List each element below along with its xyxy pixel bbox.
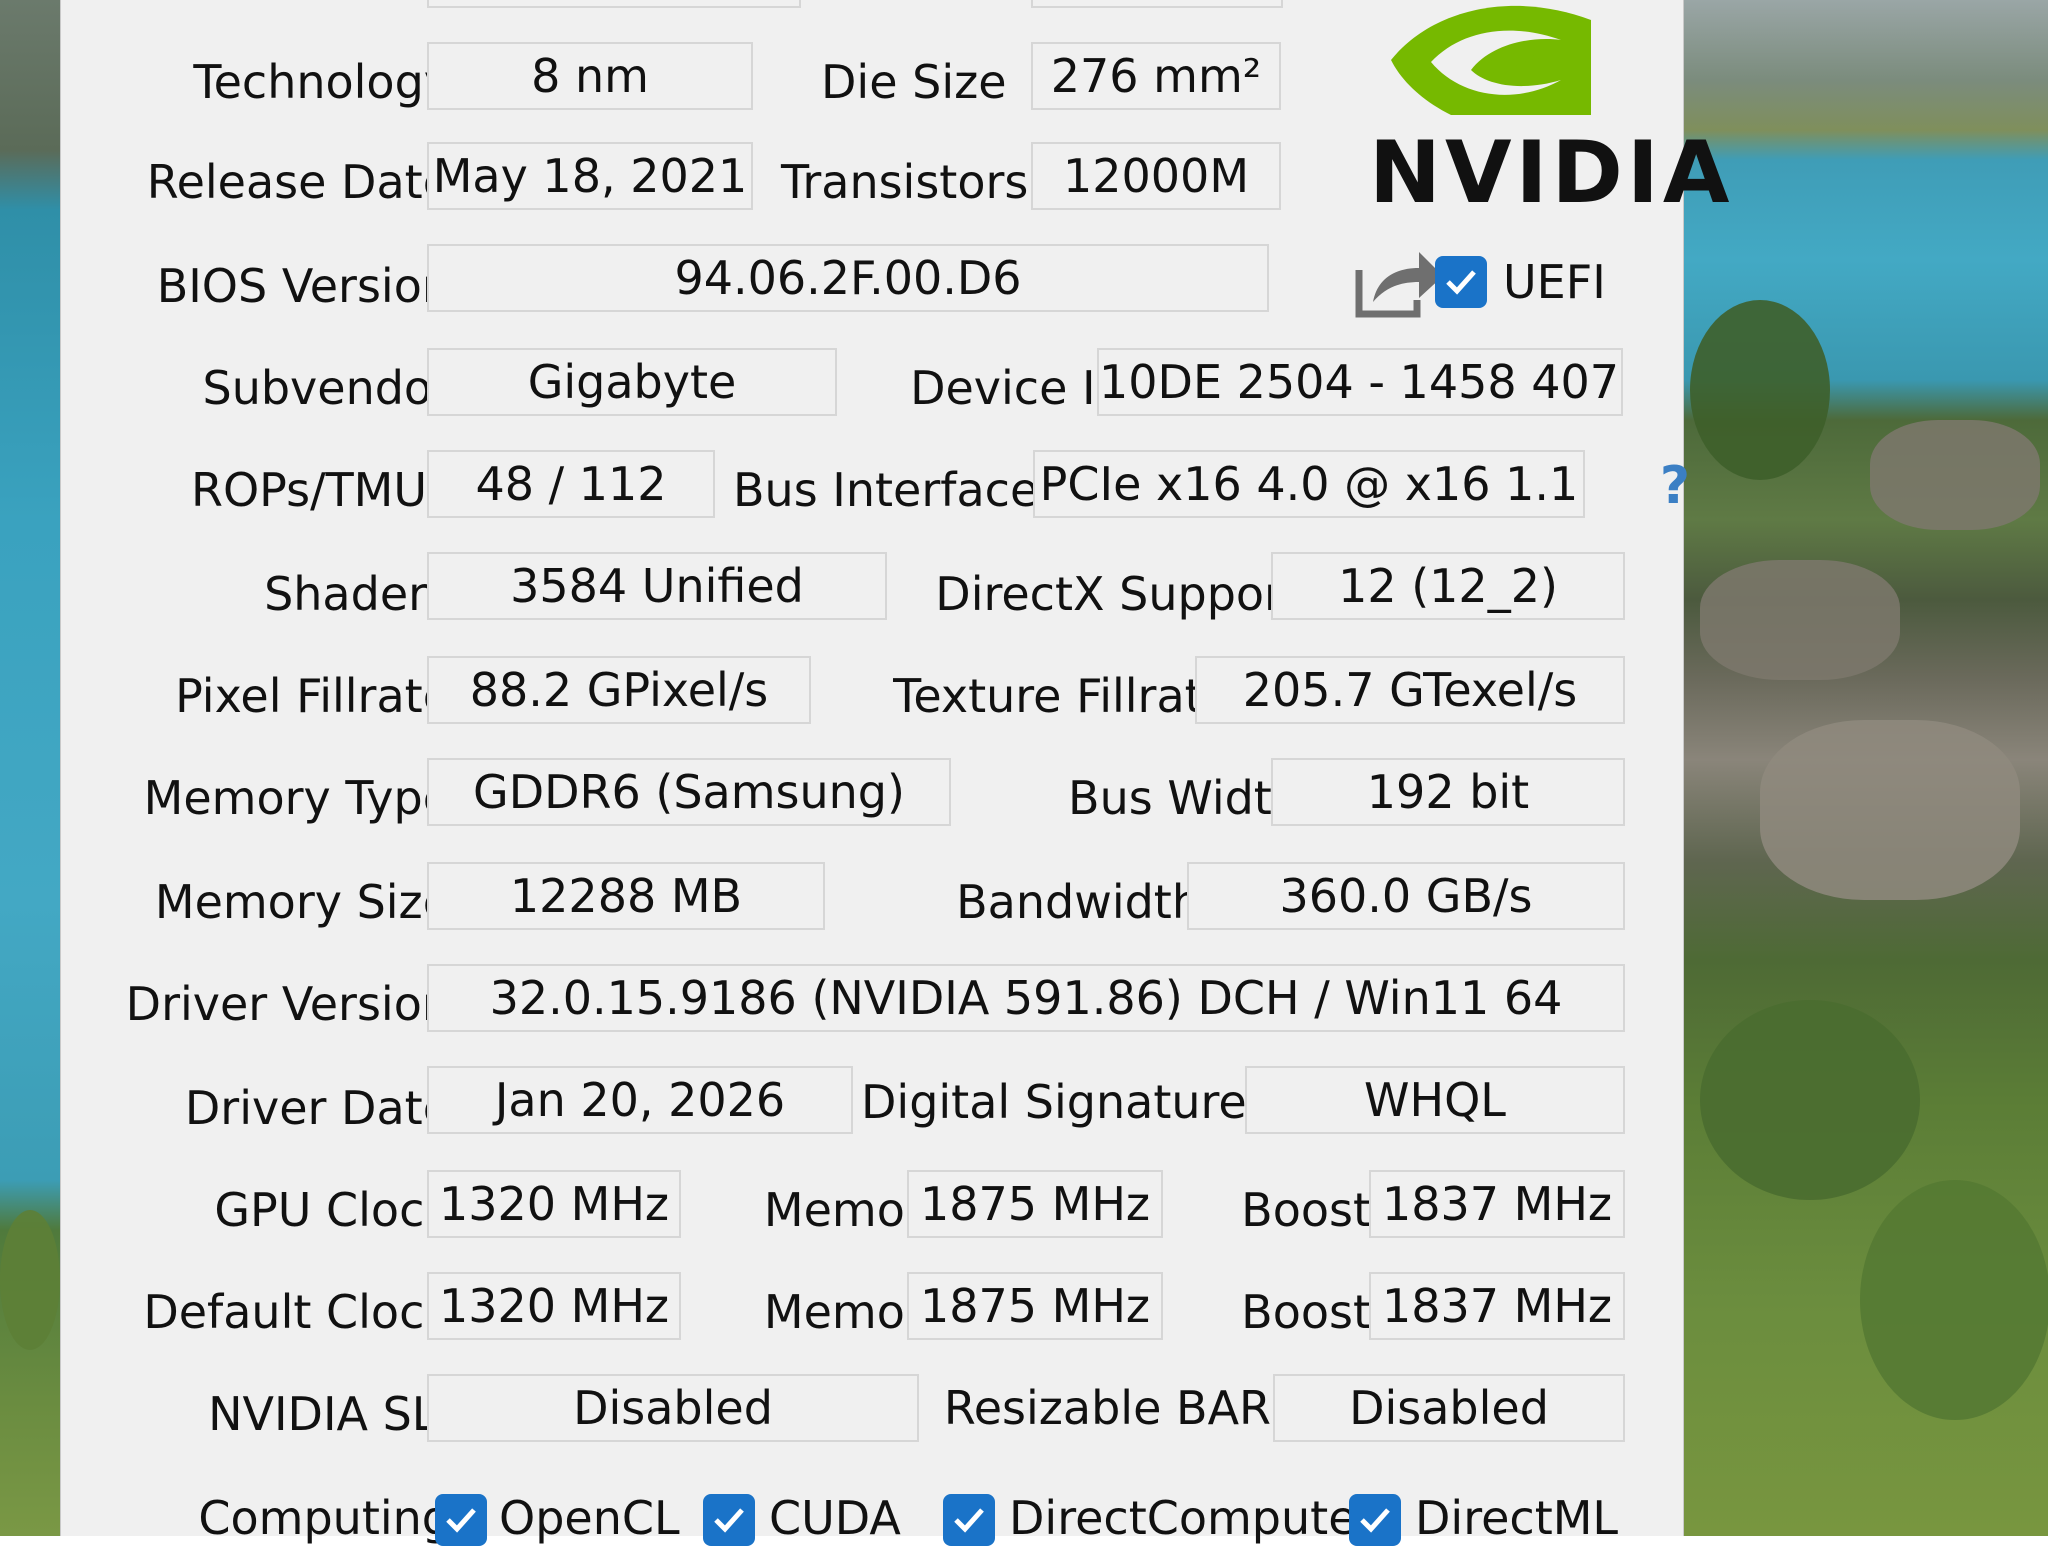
gpu-clock-value[interactable]: 1320 MHz <box>427 1170 681 1238</box>
shaders-label: Shaders <box>264 567 451 621</box>
directx-support-label: DirectX Support <box>935 567 1301 621</box>
wallpaper-tree <box>1690 300 1830 480</box>
default-clock-label: Default Clock <box>143 1285 451 1339</box>
checkmark-icon <box>1360 1508 1390 1533</box>
texture-fillrate-label: Texture Fillrate <box>893 669 1231 723</box>
default-clock-value[interactable]: 1320 MHz <box>427 1272 681 1340</box>
wallpaper-bush <box>0 1210 60 1350</box>
bios-version-value[interactable]: 94.06.2F.00.D6 <box>427 244 1269 312</box>
bus-width-label: Bus Width <box>1068 771 1301 825</box>
memory-type-label: Memory Type <box>143 771 451 825</box>
driver-version-value[interactable]: 32.0.15.9186 (NVIDIA 591.86) DCH / Win11… <box>427 964 1625 1032</box>
gpu-clock-boost-label: Boost <box>1241 1183 1371 1237</box>
bus-width-value[interactable]: 192 bit <box>1271 758 1625 826</box>
checkmark-icon <box>1446 270 1476 295</box>
technology-label: Technology <box>193 55 451 109</box>
resizable-bar-label: Resizable BAR <box>943 1381 1271 1435</box>
rops-tmus-value[interactable]: 48 / 112 <box>427 450 715 518</box>
nvidia-wordmark: NVIDIA <box>1369 123 1734 223</box>
gpu-clock-memory-value[interactable]: 1875 MHz <box>907 1170 1163 1238</box>
graphics-card-panel: NVIDIA Technology 8 nm Die Size 276 mm² … <box>60 0 1729 1546</box>
directml-checkbox[interactable] <box>1349 1494 1401 1546</box>
cuda-checkbox[interactable] <box>703 1494 755 1546</box>
wallpaper-rock <box>1760 720 2020 900</box>
directml-label: DirectML <box>1415 1491 1619 1545</box>
directcompute-label: DirectCompute <box>1009 1491 1357 1545</box>
default-clock-boost-value[interactable]: 1837 MHz <box>1369 1272 1625 1340</box>
wallpaper-bush <box>1700 1000 1920 1200</box>
directcompute-checkbox[interactable] <box>943 1494 995 1546</box>
wallpaper-rock <box>1700 560 1900 680</box>
resizable-bar-value[interactable]: Disabled <box>1273 1374 1625 1442</box>
directx-support-value[interactable]: 12 (12_2) <box>1271 552 1625 620</box>
cuda-label: CUDA <box>769 1491 901 1545</box>
gpu-clock-boost-value[interactable]: 1837 MHz <box>1369 1170 1625 1238</box>
driver-date-value[interactable]: Jan 20, 2026 <box>427 1066 853 1134</box>
bios-version-label: BIOS Version <box>156 259 451 313</box>
wallpaper-rock <box>1870 420 2040 530</box>
uefi-checkbox[interactable] <box>1435 256 1487 308</box>
release-date-label: Release Date <box>146 155 451 209</box>
cut-off-field <box>1031 0 1283 8</box>
memory-size-value[interactable]: 12288 MB <box>427 862 825 930</box>
pixel-fillrate-label: Pixel Fillrate <box>175 669 451 723</box>
die-size-value[interactable]: 276 mm² <box>1031 42 1281 110</box>
subvendor-label: Subvendor <box>202 361 452 415</box>
bus-interface-label: Bus Interface <box>733 463 1039 517</box>
technology-value[interactable]: 8 nm <box>427 42 753 110</box>
nvidia-eye-logo-icon <box>1391 0 1621 115</box>
nvidia-sli-label: NVIDIA SLI <box>208 1387 451 1441</box>
uefi-label: UEFI <box>1503 255 1606 309</box>
transistors-label: Transistors <box>781 155 1029 209</box>
cut-off-field <box>427 0 801 8</box>
memory-type-value[interactable]: GDDR6 (Samsung) <box>427 758 951 826</box>
bandwidth-label: Bandwidth <box>956 875 1201 929</box>
shaders-value[interactable]: 3584 Unified <box>427 552 887 620</box>
checkmark-icon <box>446 1508 476 1533</box>
checkmark-icon <box>714 1508 744 1533</box>
default-clock-boost-label: Boost <box>1241 1285 1371 1339</box>
digital-signature-label: Digital Signature <box>861 1075 1247 1129</box>
bandwidth-value[interactable]: 360.0 GB/s <box>1187 862 1625 930</box>
subvendor-value[interactable]: Gigabyte <box>427 348 837 416</box>
device-id-value[interactable]: 10DE 2504 - 1458 4074 <box>1097 348 1623 416</box>
opencl-checkbox[interactable] <box>435 1494 487 1546</box>
bus-interface-help-button[interactable]: ? <box>1655 456 1695 516</box>
wallpaper-bush <box>1860 1180 2048 1420</box>
bus-interface-value[interactable]: PCIe x16 4.0 @ x16 1.1 <box>1033 450 1585 518</box>
rops-tmus-label: ROPs/TMUs <box>191 463 451 517</box>
gpu-clock-label: GPU Clock <box>214 1183 451 1237</box>
release-date-value[interactable]: May 18, 2021 <box>427 142 753 210</box>
computing-label: Computing <box>198 1491 451 1545</box>
transistors-value[interactable]: 12000M <box>1031 142 1281 210</box>
driver-date-label: Driver Date <box>184 1081 451 1135</box>
opencl-label: OpenCL <box>499 1491 680 1545</box>
texture-fillrate-value[interactable]: 205.7 GTexel/s <box>1195 656 1625 724</box>
device-id-label: Device ID <box>910 361 1131 415</box>
driver-version-label: Driver Version <box>125 977 451 1031</box>
pixel-fillrate-value[interactable]: 88.2 GPixel/s <box>427 656 811 724</box>
digital-signature-value[interactable]: WHQL <box>1245 1066 1625 1134</box>
nvidia-sli-value[interactable]: Disabled <box>427 1374 919 1442</box>
die-size-label: Die Size <box>821 55 1007 109</box>
default-clock-memory-value[interactable]: 1875 MHz <box>907 1272 1163 1340</box>
checkmark-icon <box>954 1508 984 1533</box>
memory-size-label: Memory Size <box>154 875 451 929</box>
